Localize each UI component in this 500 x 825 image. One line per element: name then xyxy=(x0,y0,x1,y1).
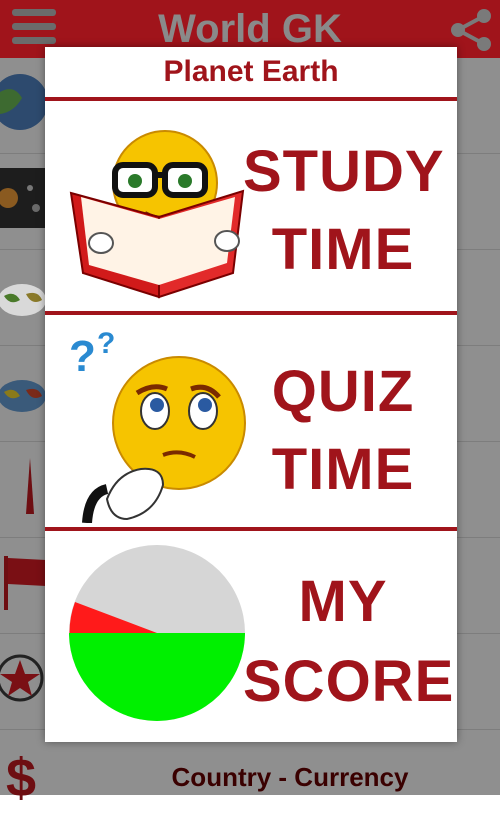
list-item-country-currency[interactable]: $ Country - Currency xyxy=(0,730,500,825)
svg-text:?: ? xyxy=(69,332,96,381)
svg-text:$: $ xyxy=(6,748,36,804)
score-pie-icon xyxy=(69,545,245,721)
world-map-icon xyxy=(0,284,46,316)
svg-text:?: ? xyxy=(97,327,115,360)
list-item-label: Country - Currency xyxy=(171,762,409,792)
my-score-button[interactable]: MY SCORE xyxy=(45,531,457,742)
study-time-button[interactable]: STUDY TIME xyxy=(45,101,457,311)
star-emblem-icon xyxy=(0,654,44,702)
reading-smiley-icon xyxy=(69,130,245,299)
time-label: TIME xyxy=(271,217,415,282)
solar-system-icon xyxy=(0,168,46,228)
thinking-smiley-icon: ? ? xyxy=(69,327,246,523)
earth-globe-icon xyxy=(0,74,46,130)
world-map-color-icon xyxy=(0,380,46,412)
time-label: TIME xyxy=(271,437,415,502)
dollar-icon: $ xyxy=(6,748,36,804)
tower-icon xyxy=(26,458,34,514)
score-label: SCORE xyxy=(243,649,455,714)
quiz-label: QUIZ xyxy=(271,359,415,424)
quiz-time-button[interactable]: ? ? QUIZ TIME xyxy=(45,315,457,527)
study-label: STUDY xyxy=(243,139,445,204)
app-title: World GK xyxy=(158,7,342,51)
share-icon[interactable] xyxy=(448,8,494,52)
dialog-title: Planet Earth xyxy=(163,55,339,88)
planet-earth-dialog: Planet Earth STUDY TIME ? ? QUIZ TIME MY… xyxy=(45,47,457,742)
flag-icon xyxy=(4,556,46,610)
my-label: MY xyxy=(298,569,388,634)
